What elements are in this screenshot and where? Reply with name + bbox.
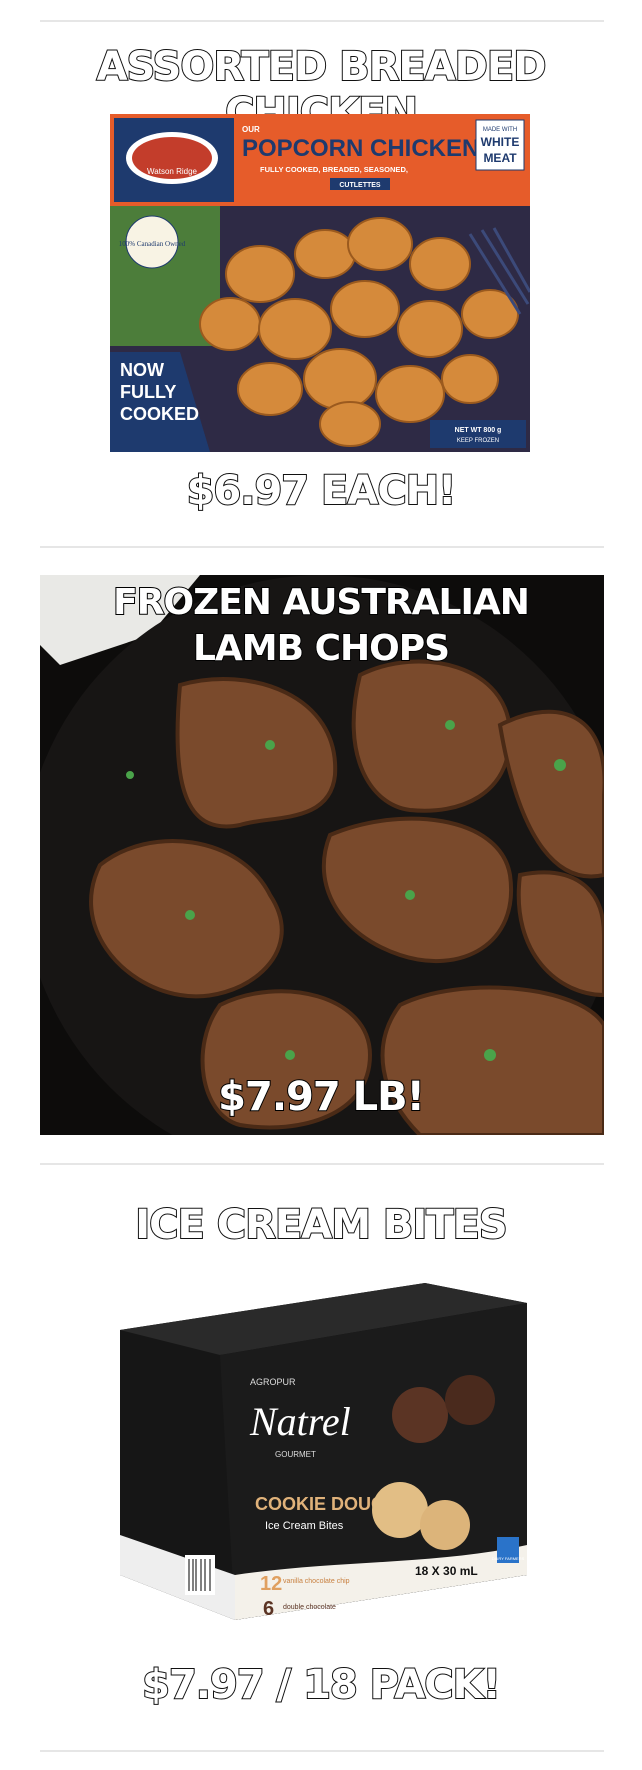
popcorn-chicken-image: Watson Ridge OUR POPCORN CHICKEN FULLY C… [110,114,530,452]
svg-text:vanilla chocolate chip: vanilla chocolate chip [283,1578,350,1585]
svg-text:AGROPUR: AGROPUR [250,1377,296,1387]
svg-text:FULLY: FULLY [120,382,176,402]
deal-1-price: $6.97 EACH! [186,467,458,515]
divider-2 [40,1163,604,1165]
deal-2-title-line2: LAMB CHOPS [192,627,451,670]
deal-3-title: ICE CREAM BITES [134,1201,508,1249]
svg-text:6: 6 [263,1598,274,1620]
svg-text:OUR: OUR [242,125,260,134]
brand-label: Watson Ridge [147,167,198,176]
svg-text:MEAT: MEAT [483,151,517,165]
svg-text:POPCORN CHICKEN: POPCORN CHICKEN [242,135,479,162]
svg-text:NOW: NOW [120,360,164,380]
svg-text:CUTLETTES: CUTLETTES [339,182,381,189]
svg-text:DAIRY FARMERS: DAIRY FARMERS [492,1556,525,1561]
deal-2-title-line1: FROZEN AUSTRALIAN [112,581,531,624]
ice-cream-bites-image: AGROPUR Natrel GOURMET COOKIE DOUGH Ice … [115,1275,533,1630]
svg-text:100% Canadian Owned: 100% Canadian Owned [119,240,186,248]
svg-text:COOKED: COOKED [120,404,199,424]
svg-text:WHITE: WHITE [481,135,520,149]
divider-top [40,20,604,22]
svg-text:MADE WITH: MADE WITH [483,127,517,133]
svg-text:NET WT 800 g: NET WT 800 g [455,427,502,434]
deal-2-price: $7.97 LB! [217,1073,426,1121]
svg-text:Ice Cream Bites: Ice Cream Bites [265,1520,344,1532]
svg-text:Natrel: Natrel [249,1399,351,1444]
divider-bottom [40,1750,604,1752]
svg-text:18 X 30 mL: 18 X 30 mL [415,1564,478,1578]
svg-text:GOURMET: GOURMET [275,1450,316,1459]
svg-text:KEEP FROZEN: KEEP FROZEN [457,438,499,444]
svg-text:12: 12 [260,1573,282,1595]
deal-3-price: $7.97 / 18 PACK! [141,1661,502,1709]
svg-text:double chocolate: double chocolate [283,1604,336,1611]
divider-1 [40,546,604,548]
svg-text:FULLY COOKED, BREADED, SEASONE: FULLY COOKED, BREADED, SEASONED, [260,165,408,174]
